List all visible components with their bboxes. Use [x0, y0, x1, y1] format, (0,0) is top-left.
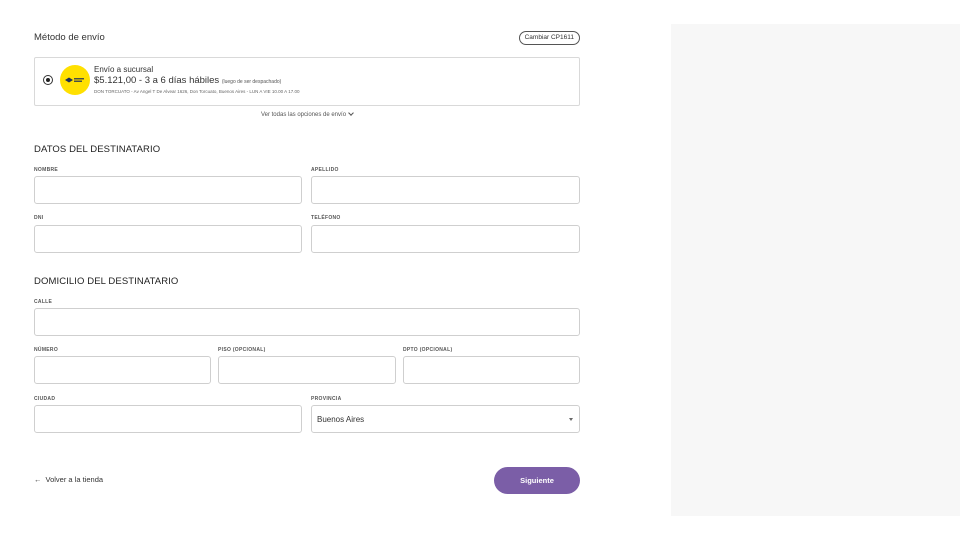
next-button[interactable]: Siguiente	[494, 467, 580, 494]
provincia-selected-value: Buenos Aires	[317, 415, 365, 424]
shipping-note: (luego de ser despachado)	[221, 79, 282, 85]
shipping-option-name: Envío a sucursal	[94, 65, 154, 74]
piso-input[interactable]	[218, 356, 396, 384]
provincia-label: PROVINCIA	[311, 396, 342, 402]
telefono-label: TELÉFONO	[311, 215, 341, 221]
ciudad-label: CIUDAD	[34, 396, 56, 402]
calle-input[interactable]	[34, 308, 580, 336]
numero-label: NÚMERO	[34, 347, 59, 353]
shipping-option-price: $5.121,00 - 3 a 6 días hábiles (luego de…	[94, 75, 281, 86]
change-postal-code-button[interactable]: Cambiar CP1611	[518, 31, 580, 45]
all-shipping-options-link[interactable]: Ver todas las opciones de envío	[34, 110, 580, 118]
nombre-input[interactable]	[34, 176, 302, 204]
apellido-input[interactable]	[311, 176, 580, 204]
dni-label: DNI	[34, 215, 44, 221]
arrow-left-icon: ←	[34, 475, 42, 484]
order-summary-panel	[671, 24, 960, 516]
shipping-branch-address: DON TORCUATO - Av Angel T De Alvear 1626…	[94, 89, 300, 94]
correo-argentino-logo	[60, 65, 90, 95]
provincia-select[interactable]: Buenos Aires	[311, 405, 580, 433]
carrier-logo-icon	[65, 77, 84, 83]
shipping-header: Método de envío Cambiar CP1611	[34, 31, 580, 47]
dni-input[interactable]	[34, 225, 302, 253]
chevron-down-icon	[348, 110, 354, 116]
recipient-section-title: DATOS DEL DESTINATARIO	[34, 144, 161, 155]
all-options-label: Ver todas las opciones de envío	[260, 112, 347, 118]
shipping-option-radio[interactable]	[43, 75, 53, 85]
back-label: Volver a la tienda	[45, 475, 104, 484]
calle-label: CALLE	[34, 299, 53, 305]
numero-input[interactable]	[34, 356, 211, 384]
telefono-input[interactable]	[311, 225, 580, 253]
nombre-label: NOMBRE	[34, 167, 59, 173]
shipping-method-title: Método de envío	[34, 32, 105, 43]
dpto-label: DPTO (OPCIONAL)	[403, 347, 453, 353]
apellido-label: APELLIDO	[311, 167, 339, 173]
back-to-store-link[interactable]: ← Volver a la tienda	[34, 475, 103, 484]
caret-down-icon	[569, 418, 573, 421]
piso-label: PISO (OPCIONAL)	[218, 347, 266, 353]
shipping-option-card[interactable]: Envío a sucursal $5.121,00 - 3 a 6 días …	[34, 57, 580, 106]
ciudad-input[interactable]	[34, 405, 302, 433]
address-section-title: DOMICILIO DEL DESTINATARIO	[34, 276, 179, 287]
dpto-input[interactable]	[403, 356, 580, 384]
shipping-price-text: $5.121,00 - 3 a 6 días hábiles	[94, 75, 220, 86]
radio-selected-dot	[46, 78, 50, 82]
